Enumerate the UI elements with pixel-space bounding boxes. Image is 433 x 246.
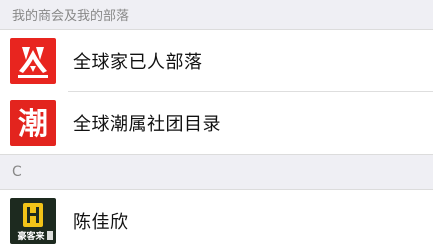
red-tribe-logo-icon — [10, 38, 56, 84]
contact-list: 豪客来 陈佳欣 — [0, 190, 433, 246]
section-header-my-groups: 我的商会及我的部落 — [0, 0, 433, 30]
group-row-global-jiajiren[interactable]: 全球家已人部落 — [0, 30, 433, 92]
red-chao-character-icon: 潮 — [10, 100, 56, 146]
contact-name: 陈佳欣 — [73, 212, 129, 233]
group-row-chao-associations[interactable]: 潮 全球潮属社团目录 — [0, 92, 433, 154]
hao-ke-lai-logo-icon: 豪客来 — [10, 198, 56, 244]
index-letter: C — [12, 164, 22, 180]
contacts-screen: 我的商会及我的部落 全球家已人部落 潮 全球潮属社团目录 C 豪客来 陈佳欣 — [0, 0, 433, 246]
group-list: 全球家已人部落 潮 全球潮属社团目录 — [0, 30, 433, 154]
svg-text:潮: 潮 — [18, 107, 48, 142]
svg-text:豪客来: 豪客来 — [17, 230, 45, 242]
section-header-label: 我的商会及我的部落 — [12, 9, 130, 24]
group-name: 全球潮属社团目录 — [73, 114, 221, 135]
contact-row-chen-jiaxin[interactable]: 豪客来 陈佳欣 — [0, 190, 433, 246]
index-header-c: C — [0, 154, 433, 190]
group-name: 全球家已人部落 — [73, 52, 203, 73]
